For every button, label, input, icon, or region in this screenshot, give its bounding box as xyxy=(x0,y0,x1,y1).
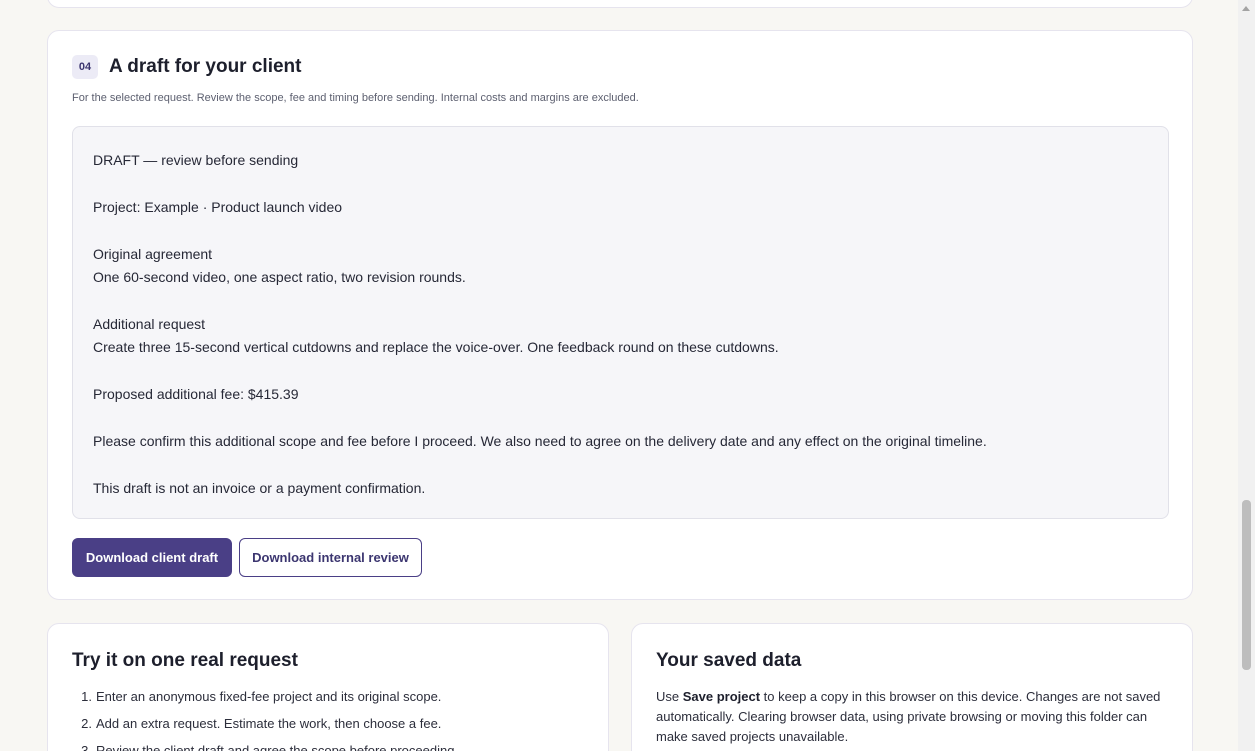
saved-data-card: Your saved data Use Save project to keep… xyxy=(631,623,1193,751)
page-scrollbar[interactable] xyxy=(1238,0,1255,751)
try-it-title: Try it on one real request xyxy=(72,650,298,671)
client-draft-section: 04 A draft for your client For the selec… xyxy=(47,30,1193,600)
list-item: 1. Enter an anonymous fixed-fee project a… xyxy=(81,689,442,704)
scrollbar-thumb[interactable] xyxy=(1242,500,1251,670)
draft-original-body: One 60-second video, one aspect ratio, t… xyxy=(93,269,466,285)
step-number-badge: 04 xyxy=(72,55,98,79)
draft-additional-body: Create three 15-second vertical cutdowns… xyxy=(93,339,779,355)
try-it-card: Try it on one real request 1. Enter an an… xyxy=(47,623,609,751)
saved-data-title: Your saved data xyxy=(656,650,802,671)
scroll-up-arrow-icon[interactable] xyxy=(1242,6,1250,11)
saved-data-description: Use Save project to keep a copy in this … xyxy=(656,689,1161,744)
draft-fee: Proposed additional fee: $415.39 xyxy=(93,386,299,402)
try-it-steps: 1. Enter an anonymous fixed-fee project a… xyxy=(72,687,458,751)
draft-original-agreement: Original agreement One 60-second video, … xyxy=(93,243,1148,289)
draft-additional-request: Additional request Create three 15-secon… xyxy=(93,313,1148,359)
section-title: A draft for your client xyxy=(109,56,302,77)
save-project-emphasis: Save project xyxy=(682,689,761,704)
draft-header: DRAFT — review before sending xyxy=(93,152,299,168)
previous-section-card xyxy=(47,0,1193,8)
draft-additional-heading: Additional request xyxy=(93,316,206,332)
draft-disclaimer: This draft is not an invoice or a paymen… xyxy=(93,480,426,496)
section-header: 04 A draft for your client xyxy=(72,55,301,79)
download-internal-review-button[interactable]: Download internal review xyxy=(239,538,422,577)
draft-project: Project: Example · Product launch video xyxy=(93,199,343,215)
download-client-draft-button[interactable]: Download client draft xyxy=(72,538,232,577)
client-draft-text[interactable]: DRAFT — review before sending Project: E… xyxy=(72,126,1169,519)
list-item: 3. Review the client draft and agree the … xyxy=(81,743,459,751)
section-subtitle: For the selected request. Review the sco… xyxy=(72,92,639,104)
draft-confirm: Please confirm this additional scope and… xyxy=(93,433,987,449)
list-item: 2. Add an extra request. Estimate the wor… xyxy=(81,716,442,731)
draft-original-heading: Original agreement xyxy=(93,246,213,262)
